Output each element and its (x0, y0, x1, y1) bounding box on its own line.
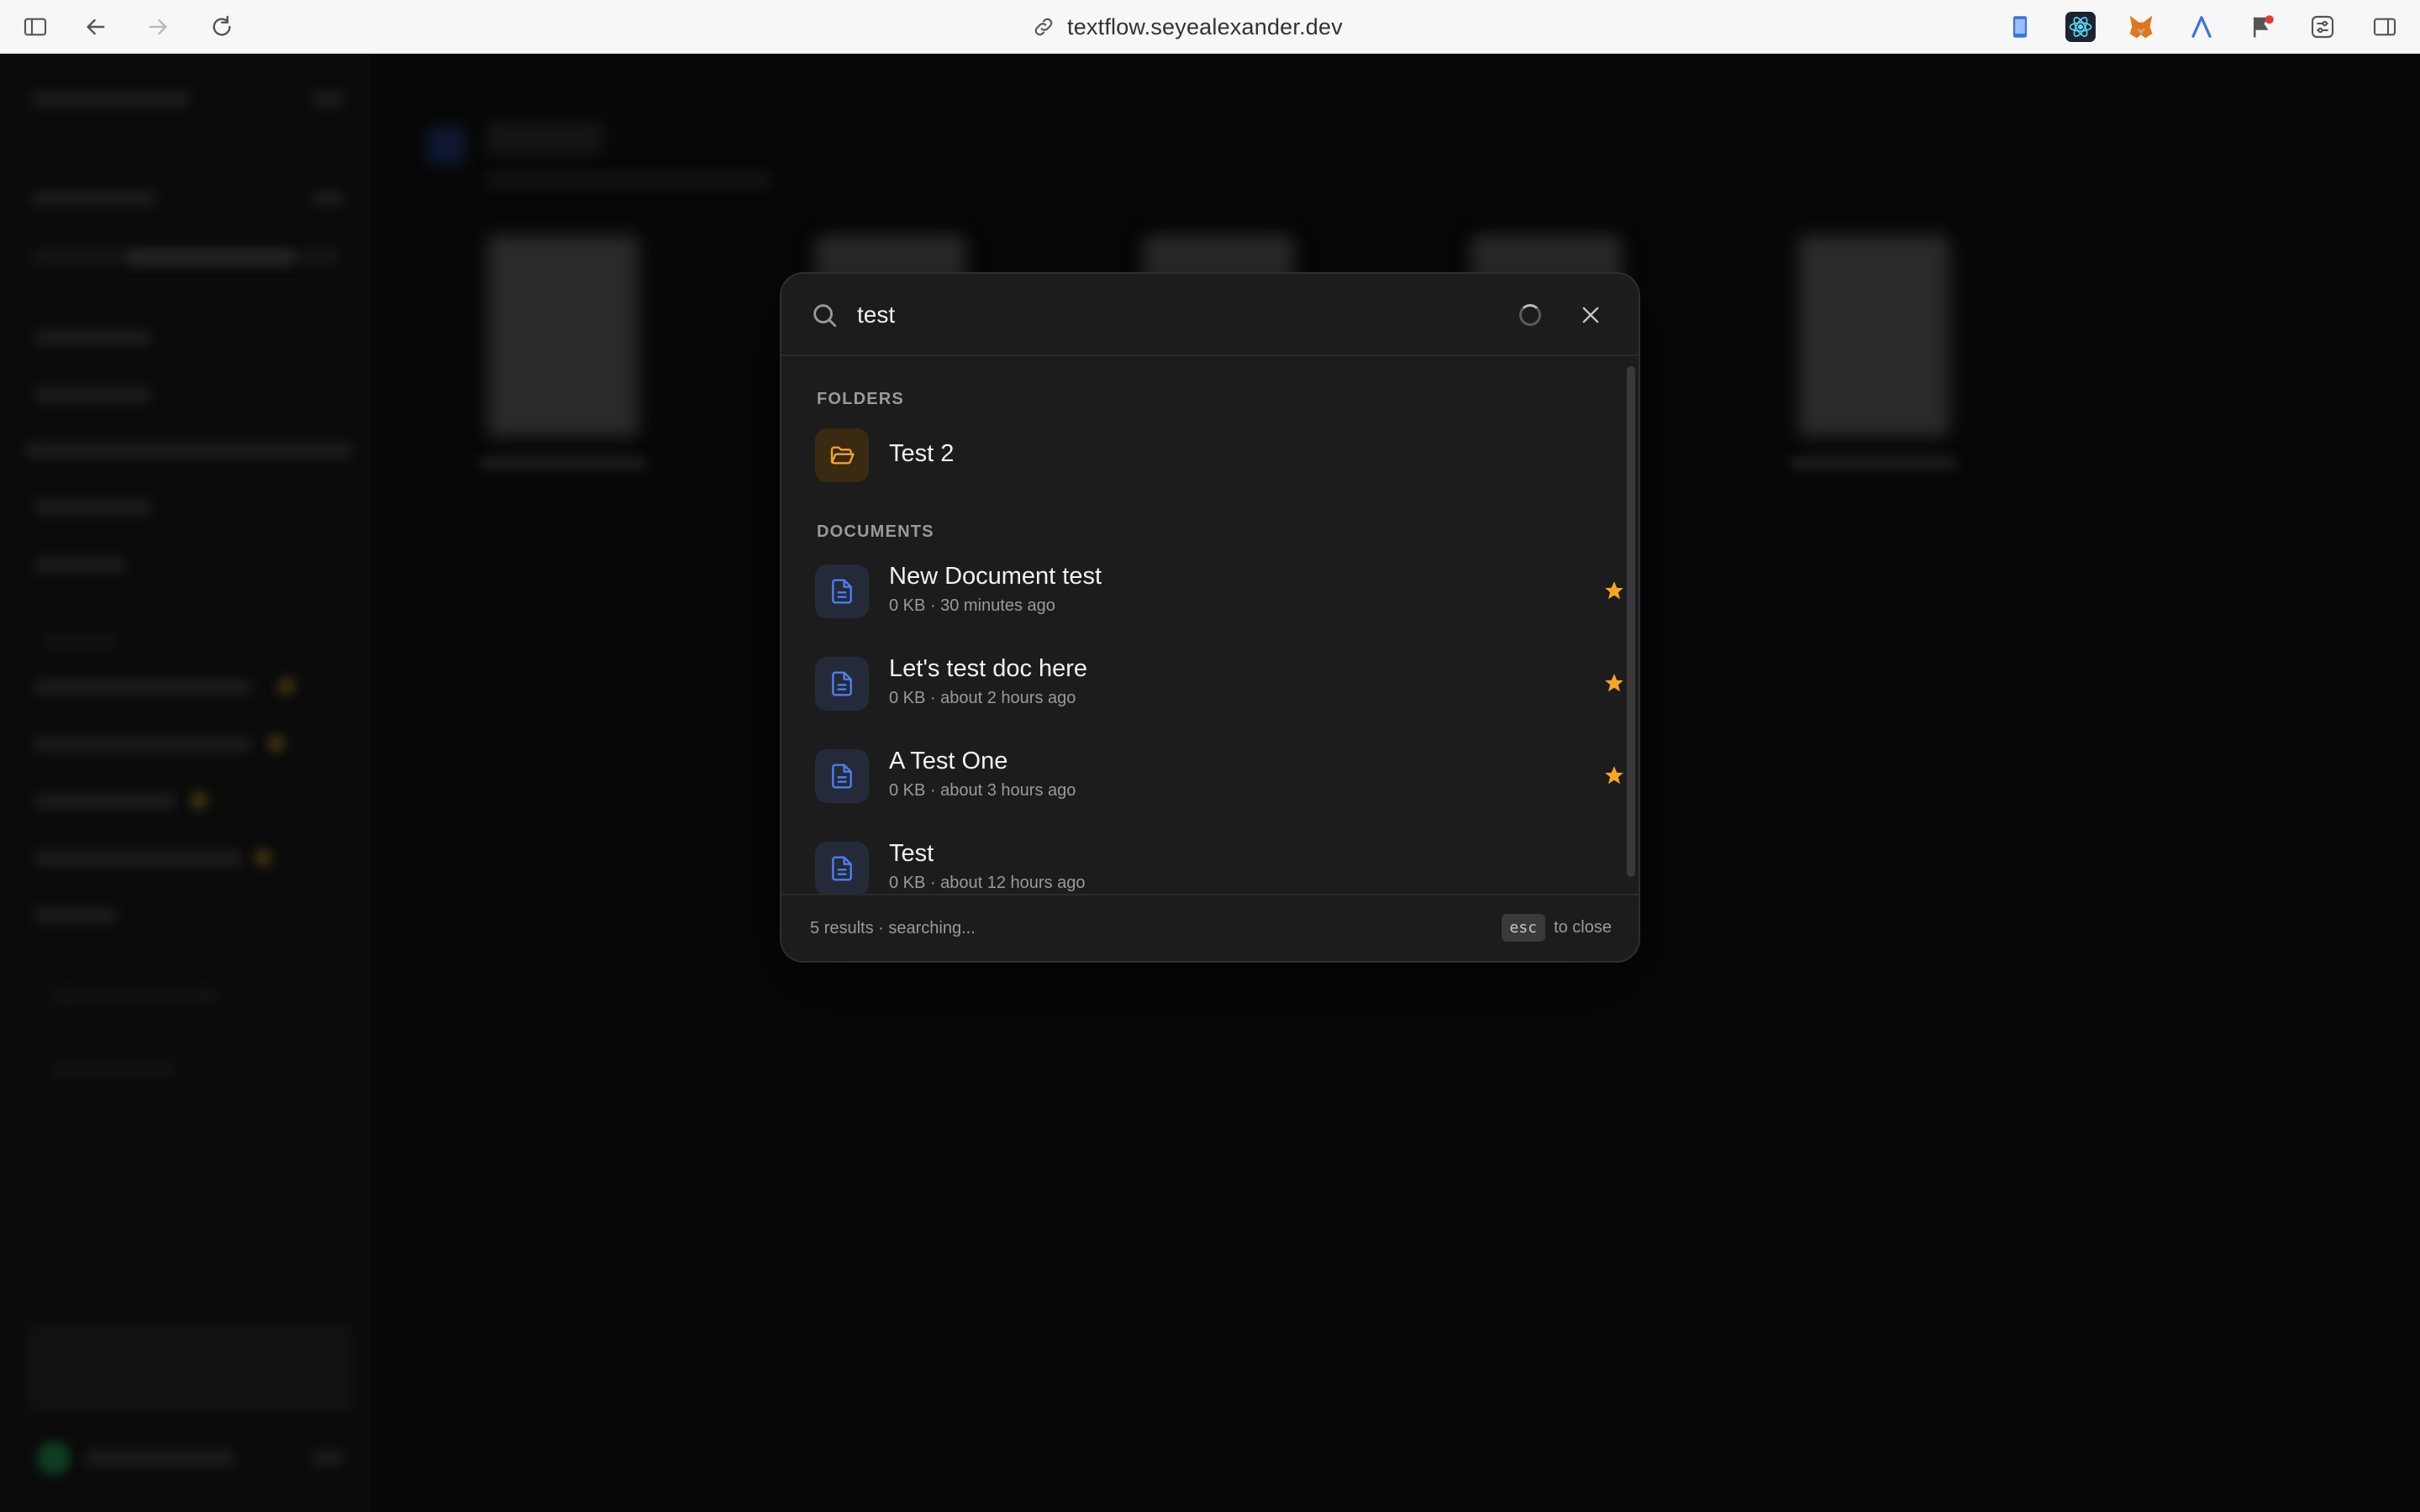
document-meta: 0 KB · 30 minutes ago (889, 596, 1055, 615)
results-status: 5 results · searching... (810, 919, 976, 937)
forward-arrow-icon[interactable] (141, 10, 175, 44)
document-result[interactable]: Test 0 KB · about 12 hours ago (815, 840, 1597, 894)
sidebar-toggle-icon[interactable] (18, 10, 52, 44)
tab-overview-icon[interactable] (2368, 10, 2402, 44)
document-result[interactable]: Let's test doc here 0 KB · about 2 hours… (815, 655, 1623, 732)
document-title: A Test One (889, 748, 1008, 774)
search-results: FOLDERS Test 2 DOCUMENTS New Document te… (781, 356, 1639, 894)
document-meta: 0 KB · about 2 hours ago (889, 689, 1076, 707)
reload-icon[interactable] (205, 10, 239, 44)
link-icon (1034, 18, 1053, 36)
close-hint-text: to close (1554, 918, 1612, 937)
document-result[interactable]: New Document test 0 KB · 30 minutes ago (815, 563, 1623, 640)
document-meta: 0 KB · about 3 hours ago (889, 781, 1076, 800)
folder-open-icon (815, 428, 869, 482)
results-scrollbar[interactable] (1627, 366, 1635, 877)
react-devtools-icon[interactable] (2065, 12, 2096, 42)
folder-result[interactable]: Test 2 (815, 428, 1597, 504)
bookmark-flag-icon[interactable] (2247, 12, 2277, 42)
document-title: Let's test doc here (889, 655, 1088, 682)
browser-toolbar: textflow.seyealexander.dev (0, 0, 2420, 54)
metamask-fox-icon[interactable] (2126, 12, 2156, 42)
address-bar[interactable]: textflow.seyealexander.dev (1032, 12, 1343, 42)
documents-section-label: DOCUMENTS (817, 522, 934, 541)
document-title: New Document test (889, 563, 1102, 590)
document-meta: 0 KB · about 12 hours ago (889, 874, 1086, 892)
search-footer: 5 results · searching... esc to close (781, 894, 1639, 961)
document-icon (815, 657, 869, 711)
search-icon (813, 304, 837, 328)
star-icon[interactable] (1603, 580, 1625, 601)
background-sidebar (0, 54, 370, 1512)
folder-name: Test 2 (889, 440, 955, 467)
folders-section-label: FOLDERS (817, 390, 904, 408)
esc-key: esc (1501, 914, 1546, 942)
arc-a-icon[interactable] (2186, 12, 2217, 42)
star-icon[interactable] (1603, 672, 1625, 694)
url-text: textflow.seyealexander.dev (1067, 13, 1343, 39)
document-icon (815, 564, 869, 618)
document-result[interactable]: A Test One 0 KB · about 3 hours ago (815, 748, 1623, 825)
back-arrow-icon[interactable] (79, 10, 113, 44)
search-dialog: FOLDERS Test 2 DOCUMENTS New Document te… (780, 272, 1640, 963)
document-icon (815, 842, 869, 894)
search-input[interactable] (857, 294, 1445, 336)
document-title: Test (889, 840, 934, 867)
document-icon (815, 749, 869, 803)
star-icon[interactable] (1603, 764, 1625, 786)
sliders-extension-icon[interactable] (2307, 12, 2338, 42)
phone-extension-icon[interactable] (2005, 12, 2035, 42)
close-hint: esc to close (1501, 914, 1612, 942)
close-icon[interactable] (1575, 299, 1607, 331)
loading-spinner-icon (1519, 304, 1541, 326)
search-header (781, 274, 1639, 356)
